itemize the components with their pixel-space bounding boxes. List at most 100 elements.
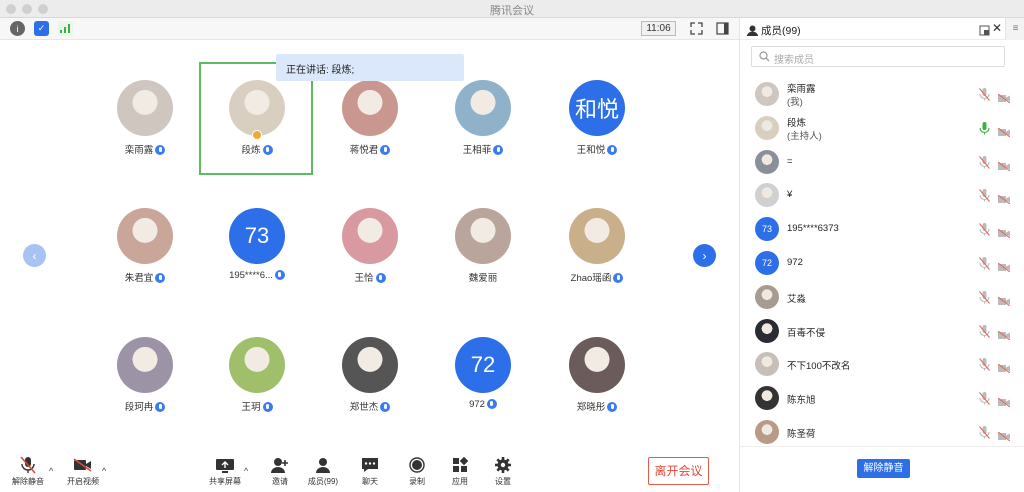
participant-name-text: Zhao瑶函 xyxy=(570,273,612,284)
camera-off-icon[interactable] xyxy=(997,90,1011,104)
gear-icon xyxy=(483,456,523,474)
members-panel-header: 成员(99) ✕ ≡ xyxy=(740,18,1024,40)
participant-tile[interactable]: 王相菲 xyxy=(427,80,539,192)
share-screen-button[interactable]: 共享屏幕 xyxy=(205,456,245,487)
member-avatar xyxy=(755,183,779,208)
close-panel-icon[interactable]: ✕ xyxy=(992,21,1002,35)
participant-tile[interactable]: 郑晓彤 xyxy=(541,337,653,449)
member-row[interactable]: 73 195****6373 xyxy=(740,212,1024,246)
video-options-caret[interactable]: ^ xyxy=(102,466,106,476)
mic-on-icon[interactable] xyxy=(979,121,990,135)
participant-name-text: 蒋悦君 xyxy=(349,145,379,156)
participant-avatar xyxy=(569,208,625,264)
participant-tile[interactable]: 72 972 xyxy=(427,337,539,449)
members-button[interactable]: 成员(99) xyxy=(303,456,343,487)
muted-mic-icon xyxy=(8,456,48,474)
mic-status-icon xyxy=(262,402,273,413)
member-name: ¥ xyxy=(787,189,793,201)
camera-off-icon[interactable] xyxy=(997,259,1011,273)
fullscreen-icon[interactable] xyxy=(690,22,703,40)
mic-muted-icon[interactable] xyxy=(979,88,990,101)
mic-muted-icon[interactable] xyxy=(979,324,990,338)
settings-button[interactable]: 设置 xyxy=(483,456,523,487)
search-placeholder: 搜索成员 xyxy=(774,55,814,66)
members-icon xyxy=(303,456,343,474)
member-row[interactable]: 不下100不改名 xyxy=(740,347,1024,381)
mic-muted-icon[interactable] xyxy=(979,189,990,203)
share-screen-icon xyxy=(205,456,245,474)
security-shield-icon[interactable]: ✓ xyxy=(34,21,49,36)
member-row[interactable]: 百毒不侵 xyxy=(740,314,1024,348)
participant-name-text: 972 xyxy=(469,399,485,410)
chat-label: 聊天 xyxy=(362,477,378,486)
participant-tile[interactable]: 73 195****6... xyxy=(201,208,313,320)
participant-avatar xyxy=(455,208,511,264)
info-icon[interactable]: i xyxy=(10,21,25,36)
previous-page-button[interactable]: ‹ xyxy=(23,244,46,267)
invite-button[interactable]: 邀请 xyxy=(260,456,300,487)
participant-tile[interactable]: 郑世杰 xyxy=(314,337,426,449)
record-label: 录制 xyxy=(409,477,425,486)
participant-tile[interactable]: 段珂冉 xyxy=(89,337,201,449)
unmute-button[interactable]: 解除静音 xyxy=(8,456,48,487)
participant-avatar xyxy=(455,80,511,136)
participant-tile[interactable]: 和悦 王和悦 xyxy=(541,80,653,192)
member-role: (主持人) xyxy=(787,130,822,142)
participant-tile[interactable]: 王玥 xyxy=(201,337,313,449)
leave-meeting-button[interactable]: 离开会议 xyxy=(648,457,709,485)
camera-off-icon[interactable] xyxy=(997,428,1011,442)
add-user-icon xyxy=(260,456,300,474)
participant-name: 王恰 xyxy=(314,270,426,284)
mic-muted-icon[interactable] xyxy=(979,290,990,304)
camera-off-icon[interactable] xyxy=(997,158,1011,172)
share-screen-label: 共享屏幕 xyxy=(209,477,241,486)
next-page-button[interactable]: › xyxy=(693,244,716,267)
member-search-input[interactable]: 搜索成员 xyxy=(751,46,1005,67)
start-video-label: 开启视频 xyxy=(67,477,99,486)
camera-off-icon[interactable] xyxy=(997,191,1011,205)
camera-off-icon[interactable] xyxy=(997,225,1011,239)
participant-tile[interactable]: 朱君宜 xyxy=(89,208,201,320)
unmute-all-button[interactable]: 解除静音 xyxy=(857,459,910,478)
mic-muted-icon[interactable] xyxy=(979,426,990,439)
popout-panel-icon[interactable] xyxy=(979,23,990,41)
mic-muted-icon[interactable] xyxy=(979,358,990,372)
layout-toggle-icon[interactable] xyxy=(716,22,729,40)
chat-button[interactable]: 聊天 xyxy=(350,456,390,487)
member-row[interactable]: = xyxy=(740,145,1024,179)
member-row[interactable]: 陈圣荷 xyxy=(740,415,1024,449)
camera-off-icon[interactable] xyxy=(997,124,1011,138)
mic-muted-icon[interactable] xyxy=(979,155,990,169)
participant-tile[interactable]: 栾雨露 xyxy=(89,80,201,192)
camera-off-icon[interactable] xyxy=(997,327,1011,341)
mic-status-icon xyxy=(375,273,386,284)
participant-name-text: 郑晓彤 xyxy=(576,402,606,413)
record-button[interactable]: 录制 xyxy=(397,456,437,487)
start-video-button[interactable]: 开启视频 xyxy=(63,456,103,487)
participant-avatar xyxy=(342,80,398,136)
network-signal-icon[interactable] xyxy=(58,21,73,36)
member-row[interactable]: 艾淼 xyxy=(740,280,1024,314)
participant-tile[interactable]: 王恰 xyxy=(314,208,426,320)
participant-tile[interactable]: 魏爱丽 xyxy=(427,208,539,320)
audio-options-caret[interactable]: ^ xyxy=(49,466,53,476)
member-row[interactable]: 72 972 xyxy=(740,246,1024,280)
panel-menu-icon[interactable]: ≡ xyxy=(1005,18,1024,40)
mic-muted-icon[interactable] xyxy=(979,223,990,237)
member-row[interactable]: 陈东旭 xyxy=(740,381,1024,415)
camera-off-icon[interactable] xyxy=(997,394,1011,408)
mic-muted-icon[interactable] xyxy=(979,392,990,406)
camera-off-icon[interactable] xyxy=(997,360,1011,374)
camera-off-icon[interactable] xyxy=(997,293,1011,307)
participant-tile[interactable]: 蒋悦君 xyxy=(314,80,426,192)
mic-status-icon xyxy=(380,402,391,413)
mic-muted-icon[interactable] xyxy=(979,257,990,270)
participant-tile[interactable]: Zhao瑶函 xyxy=(541,208,653,320)
member-row[interactable]: ¥ xyxy=(740,178,1024,212)
apps-button[interactable]: 应用 xyxy=(440,456,480,487)
participant-avatar xyxy=(117,337,173,393)
share-options-caret[interactable]: ^ xyxy=(244,466,248,476)
member-avatar xyxy=(755,149,779,174)
member-row[interactable]: 栾雨露 (我) xyxy=(740,77,1024,111)
member-row[interactable]: 段炼 (主持人) xyxy=(740,111,1024,145)
